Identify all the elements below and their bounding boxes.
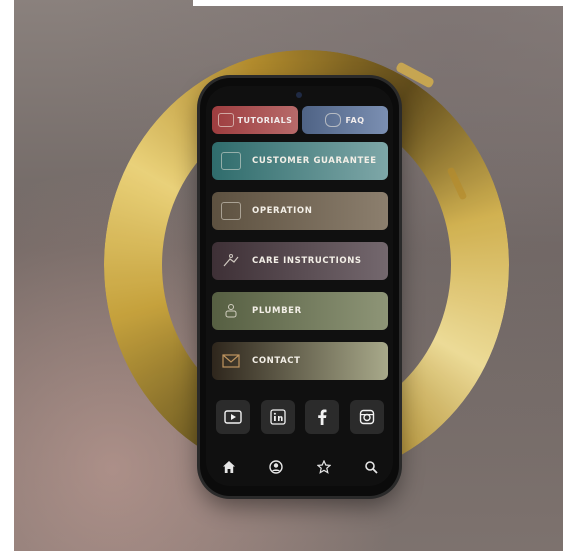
menu-item-operation[interactable]: OPERATION bbox=[212, 192, 388, 230]
left-edge bbox=[0, 0, 14, 551]
toilet-icon bbox=[220, 201, 242, 221]
star-icon[interactable] bbox=[313, 456, 335, 478]
certificate-icon bbox=[220, 151, 242, 171]
camera-dot bbox=[296, 92, 302, 98]
phone-mockup: TUTORIALS FAQ CUSTOMER GUARANTEE OPERATI… bbox=[200, 78, 399, 496]
user-icon[interactable] bbox=[265, 456, 287, 478]
menu-item-plumber[interactable]: PLUMBER bbox=[212, 292, 388, 330]
facebook-icon[interactable] bbox=[305, 400, 340, 434]
faq-icon bbox=[325, 113, 342, 127]
care-hand-icon bbox=[220, 251, 242, 271]
home-icon[interactable] bbox=[218, 456, 240, 478]
menu-item-label: PLUMBER bbox=[252, 306, 302, 316]
main-menu: CUSTOMER GUARANTEE OPERATION CARE INSTRU… bbox=[212, 142, 388, 392]
menu-item-label: OPERATION bbox=[252, 206, 313, 216]
bottom-nav bbox=[218, 456, 382, 478]
menu-item-contact[interactable]: CONTACT bbox=[212, 342, 388, 380]
menu-item-label: CUSTOMER GUARANTEE bbox=[252, 156, 377, 166]
tutorial-icon bbox=[217, 113, 234, 127]
app-screen: TUTORIALS FAQ CUSTOMER GUARANTEE OPERATI… bbox=[206, 86, 393, 486]
linkedin-icon[interactable] bbox=[260, 400, 295, 434]
mail-icon bbox=[220, 351, 242, 371]
faq-label: FAQ bbox=[345, 115, 365, 125]
tutorials-label: TUTORIALS bbox=[237, 115, 293, 125]
menu-item-label: CONTACT bbox=[252, 356, 301, 366]
menu-item-customer-guarantee[interactable]: CUSTOMER GUARANTEE bbox=[212, 142, 388, 180]
faq-button[interactable]: FAQ bbox=[302, 106, 388, 134]
search-icon[interactable] bbox=[360, 456, 382, 478]
top-buttons: TUTORIALS FAQ bbox=[212, 106, 388, 134]
menu-item-label: CARE INSTRUCTIONS bbox=[252, 256, 362, 266]
youtube-icon[interactable] bbox=[216, 400, 250, 434]
top-edge bbox=[193, 0, 563, 6]
instagram-icon[interactable] bbox=[349, 400, 384, 434]
menu-item-care-instructions[interactable]: CARE INSTRUCTIONS bbox=[212, 242, 388, 280]
plumber-icon bbox=[220, 301, 242, 321]
social-links bbox=[216, 400, 384, 434]
tutorials-button[interactable]: TUTORIALS bbox=[212, 106, 298, 134]
